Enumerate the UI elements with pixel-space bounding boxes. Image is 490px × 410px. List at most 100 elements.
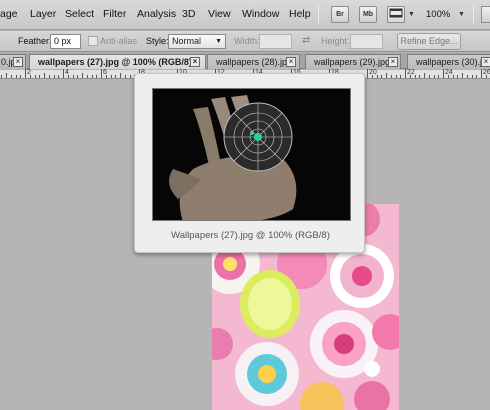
menu-3d[interactable]: 3D [182,8,195,20]
options-bar: Feather: 0 px Anti-alias Style: Normal ▼… [0,31,490,52]
menu-layer[interactable]: Layer [30,8,56,20]
ruler-tick [372,75,373,78]
ruler-tick [1,75,2,78]
arrange-documents-button[interactable] [481,6,490,23]
feather-label: Feather: [18,36,52,46]
ruler-tick [472,75,473,78]
tab-document-2[interactable]: wallpapers (27).jpg @ 100% (RGB/8) × [29,54,206,69]
ruler-tick [77,75,78,78]
width-input[interactable] [259,34,292,49]
style-select-value: Normal [172,36,202,46]
ruler-tick [120,73,121,78]
menu-select[interactable]: Select [65,8,94,20]
tab-label: wallpapers (27).jpg @ 100% (RGB/8) [38,57,192,67]
tab-document-3[interactable]: wallpapers (28).jpg × [207,54,300,69]
ruler-tick [415,75,416,78]
ruler-tick [39,75,40,78]
swap-icon[interactable]: ⇄ [302,35,310,46]
close-icon[interactable]: × [481,57,490,67]
tab-document-5[interactable]: wallpapers (30).jpg × [407,54,490,69]
close-icon[interactable]: × [13,57,23,67]
ruler-tick [481,69,482,78]
ruler-tick [467,75,468,78]
style-select[interactable]: Normal ▼ [168,34,226,49]
ruler-tick [438,75,439,78]
tab-document-1[interactable]: 0.jpg × [0,54,26,69]
preview-caption: Wallpapers (27).jpg @ 100% (RGB/8) [171,230,330,241]
menu-window[interactable]: Window [242,8,279,20]
ruler-tick [405,69,406,78]
ruler-tick [20,75,21,78]
bridge-button[interactable]: Br [331,6,349,23]
ruler-tick [111,75,112,78]
document-tab-bar: 0.jpg × wallpapers (27).jpg @ 100% (RGB/… [0,53,490,69]
ruler-tick [49,75,50,78]
ruler-tick [73,75,74,78]
menu-view[interactable]: View [208,8,231,20]
view-extras-dropdown-icon[interactable]: ▼ [408,11,415,18]
menu-image[interactable]: age [0,8,18,20]
close-icon[interactable]: × [190,57,200,67]
ruler-tick [429,75,430,78]
ruler-tick [87,75,88,78]
menu-filter[interactable]: Filter [103,8,126,20]
ruler-tick [381,75,382,78]
ruler-tick [106,75,107,78]
ruler-tick [30,75,31,78]
mini-bridge-button[interactable]: Mb [359,6,377,23]
tab-document-4[interactable]: wallpapers (29).jpg × [305,54,401,69]
tab-preview-tooltip: Wallpapers (27).jpg @ 100% (RGB/8) [134,73,365,253]
ruler-tick [448,75,449,78]
menu-separator [318,5,319,25]
ruler-tick [457,75,458,78]
ruler-tick [476,75,477,78]
ruler-tick [54,75,55,78]
ruler-tick [82,73,83,78]
height-label: Height: [321,36,350,46]
ruler-tick [486,75,487,78]
zoom-dropdown-icon[interactable]: ▼ [458,11,465,18]
close-icon[interactable]: × [388,57,398,67]
tab-label: wallpapers (28).jpg [216,57,293,67]
ruler-tick [44,73,45,78]
ruler-tick [377,75,378,78]
ruler-tick [443,69,444,78]
menu-analysis[interactable]: Analysis [137,8,176,20]
ruler-tick [6,73,7,78]
tab-label: wallpapers (30).jpg [416,57,490,67]
ruler-tick [35,75,36,78]
refine-edge-button[interactable]: Refine Edge... [397,33,461,50]
ruler-tick [424,73,425,78]
ruler-tick [115,75,116,78]
ruler-tick [58,75,59,78]
ruler-tick [11,75,12,78]
ruler-tick [400,75,401,78]
ruler-tick [462,73,463,78]
style-label: Style: [146,36,169,46]
chevron-down-icon: ▼ [215,38,222,45]
ruler-tick [63,69,64,78]
ruler-tick [367,69,368,78]
height-input[interactable] [350,34,383,49]
preview-image [153,89,350,220]
ruler-tick [391,75,392,78]
ruler-tick [130,75,131,78]
feather-input[interactable]: 0 px [50,34,81,49]
menu-help[interactable]: Help [289,8,311,20]
antialias-checkbox[interactable] [88,36,98,46]
width-label: Width: [234,36,260,46]
antialias-label: Anti-alias [100,36,138,46]
view-extras-button[interactable] [387,6,405,23]
ruler-tick [101,69,102,78]
ruler-tick [25,69,26,78]
ruler-tick [92,75,93,78]
zoom-level[interactable]: 100% [426,9,450,20]
ruler-tick [96,75,97,78]
ruler-tick [386,73,387,78]
ruler-tick [453,75,454,78]
ruler-tick [434,75,435,78]
preview-thumbnail [152,88,351,221]
ruler-tick [125,75,126,78]
ruler-tick [16,75,17,78]
close-icon[interactable]: × [286,57,296,67]
